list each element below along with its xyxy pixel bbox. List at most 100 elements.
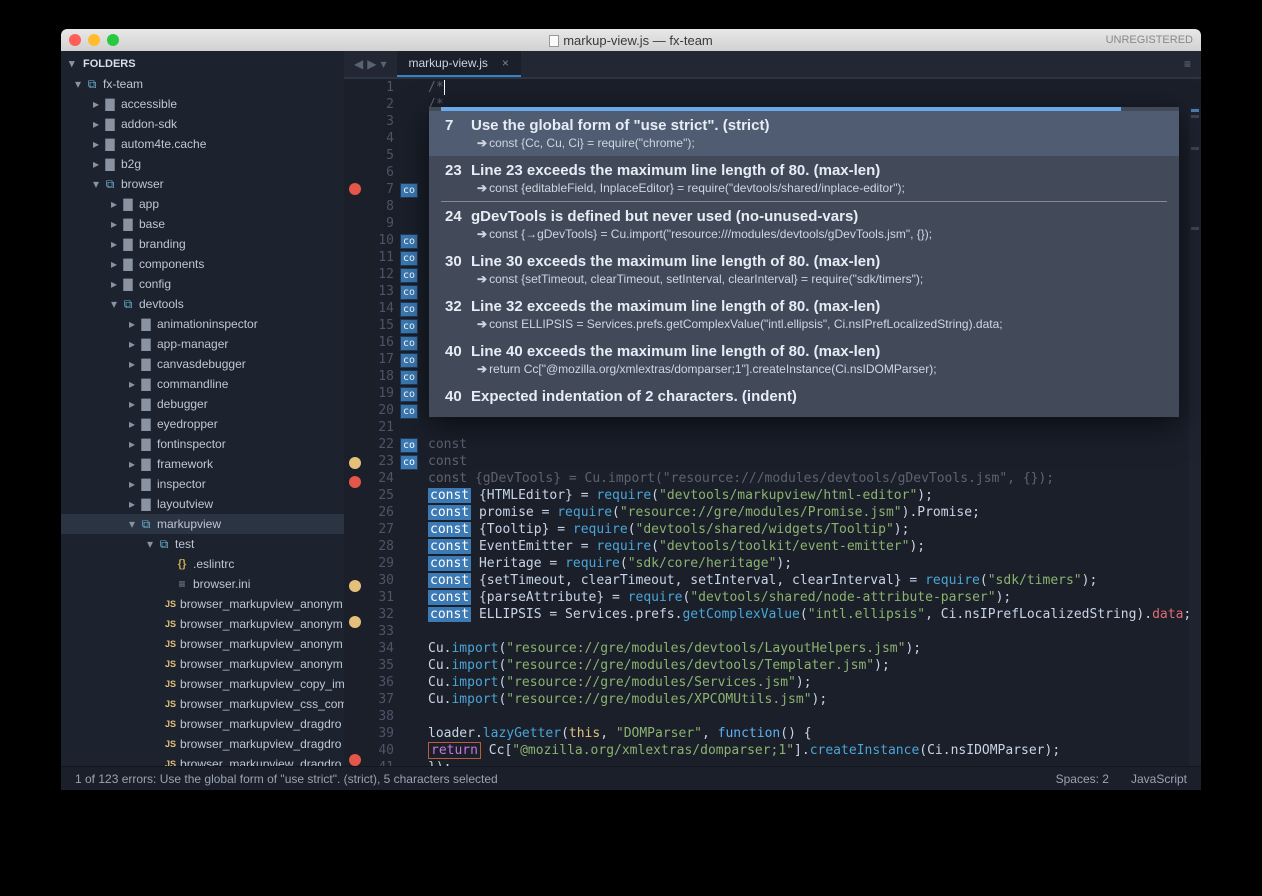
- line-number[interactable]: 14: [366, 300, 394, 317]
- tree-item[interactable]: {}.eslintrc: [61, 554, 344, 574]
- minimap[interactable]: [1189, 107, 1201, 766]
- code-line[interactable]: const Heritage = require("sdk/core/herit…: [422, 555, 1201, 572]
- line-number[interactable]: 17: [366, 351, 394, 368]
- code-line[interactable]: Cu.import("resource://gre/modules/Servic…: [422, 674, 1201, 691]
- nav-back-icon[interactable]: ◀: [354, 57, 363, 71]
- tree-item[interactable]: JSbrowser_markupview_anonym: [61, 634, 344, 654]
- tree-item[interactable]: ▸▇config: [61, 274, 344, 294]
- code-line[interactable]: const promise = require("resource://gre/…: [422, 504, 1201, 521]
- tree-item[interactable]: ▸▇app: [61, 194, 344, 214]
- line-number[interactable]: 16: [366, 334, 394, 351]
- tree-item[interactable]: ▾⧉test: [61, 534, 344, 554]
- nav-down-icon[interactable]: ▾: [380, 57, 386, 71]
- code-line[interactable]: loader.lazyGetter(this, "DOMParser", fun…: [422, 725, 1201, 742]
- code-line[interactable]: Cu.import("resource://gre/modules/XPCOMU…: [422, 691, 1201, 708]
- line-number[interactable]: 31: [366, 589, 394, 606]
- line-number[interactable]: 22: [366, 436, 394, 453]
- code-line[interactable]: [422, 419, 1201, 436]
- tree-item[interactable]: ▸▇inspector: [61, 474, 344, 494]
- tree-item[interactable]: JSbrowser_markupview_dragdro: [61, 714, 344, 734]
- line-number[interactable]: 29: [366, 555, 394, 572]
- tree-item[interactable]: ▸▇b2g: [61, 154, 344, 174]
- status-language[interactable]: JavaScript: [1131, 772, 1187, 786]
- line-number[interactable]: 4: [366, 130, 394, 147]
- code-line[interactable]: });: [422, 759, 1201, 766]
- tree-item[interactable]: ▸▇fontinspector: [61, 434, 344, 454]
- code-line[interactable]: /*: [422, 79, 1201, 96]
- lint-dot-icon[interactable]: [349, 580, 361, 592]
- lint-item[interactable]: 23Line 23 exceeds the maximum line lengt…: [429, 156, 1179, 201]
- lint-item[interactable]: 32Line 32 exceeds the maximum line lengt…: [429, 292, 1179, 337]
- line-number[interactable]: 25: [366, 487, 394, 504]
- code-line[interactable]: Cu.import("resource://gre/modules/devtoo…: [422, 657, 1201, 674]
- line-number[interactable]: 34: [366, 640, 394, 657]
- tree-item[interactable]: JSbrowser_markupview_dragdro: [61, 754, 344, 766]
- tree-item[interactable]: ▸▇canvasdebugger: [61, 354, 344, 374]
- tree-item[interactable]: ▸▇layoutview: [61, 494, 344, 514]
- tree-item[interactable]: ▸▇debugger: [61, 394, 344, 414]
- tree-item[interactable]: ▾⧉devtools: [61, 294, 344, 314]
- code-line[interactable]: const {setTimeout, clearTimeout, setInte…: [422, 572, 1201, 589]
- tab-active[interactable]: markup-view.js ×: [397, 51, 521, 77]
- code-line[interactable]: const: [422, 453, 1201, 470]
- tree-item[interactable]: ▸▇addon-sdk: [61, 114, 344, 134]
- code-area[interactable]: 1234567891011121314151617181920212223242…: [344, 79, 1201, 766]
- tree-item[interactable]: JSbrowser_markupview_css_com: [61, 694, 344, 714]
- lint-item[interactable]: 40Line 40 exceeds the maximum line lengt…: [429, 337, 1179, 382]
- line-number[interactable]: 32: [366, 606, 394, 623]
- line-number[interactable]: 37: [366, 691, 394, 708]
- line-number[interactable]: 30: [366, 572, 394, 589]
- line-number[interactable]: 18: [366, 368, 394, 385]
- tree-item[interactable]: ≡browser.ini: [61, 574, 344, 594]
- tree-item[interactable]: ▸▇autom4te.cache: [61, 134, 344, 154]
- line-number[interactable]: 24: [366, 470, 394, 487]
- folders-header[interactable]: ▾FOLDERS: [61, 57, 344, 74]
- code-line[interactable]: const: [422, 436, 1201, 453]
- code-line[interactable]: return Cc["@mozilla.org/xmlextras/dompar…: [422, 742, 1201, 759]
- tab-close-icon[interactable]: ×: [502, 56, 509, 70]
- code-line[interactable]: [422, 623, 1201, 640]
- lint-dot-icon[interactable]: [349, 183, 361, 195]
- tree-item[interactable]: ▸▇animationinspector: [61, 314, 344, 334]
- line-number[interactable]: 23: [366, 453, 394, 470]
- line-number[interactable]: 40: [366, 742, 394, 759]
- tree-item[interactable]: ▸▇eyedropper: [61, 414, 344, 434]
- code-line[interactable]: const EventEmitter = require("devtools/t…: [422, 538, 1201, 555]
- tree-item[interactable]: ▸▇branding: [61, 234, 344, 254]
- lint-dot-icon[interactable]: [349, 457, 361, 469]
- line-number[interactable]: 3: [366, 113, 394, 130]
- code-line[interactable]: const {gDevTools} = Cu.import("resource:…: [422, 470, 1201, 487]
- tree-item[interactable]: ▸▇accessible: [61, 94, 344, 114]
- nav-fwd-icon[interactable]: ▶: [367, 57, 376, 71]
- code-line[interactable]: const {HTMLEditor} = require("devtools/m…: [422, 487, 1201, 504]
- tab-menu-icon[interactable]: ≡: [1174, 51, 1201, 77]
- line-number[interactable]: 11: [366, 249, 394, 266]
- tree-item[interactable]: ▸▇framework: [61, 454, 344, 474]
- code-line[interactable]: const {Tooltip} = require("devtools/shar…: [422, 521, 1201, 538]
- line-number[interactable]: 19: [366, 385, 394, 402]
- line-number[interactable]: 27: [366, 521, 394, 538]
- status-spaces[interactable]: Spaces: 2: [1056, 772, 1109, 786]
- tree-item[interactable]: JSbrowser_markupview_dragdro: [61, 734, 344, 754]
- code-line[interactable]: const ELLIPSIS = Services.prefs.getCompl…: [422, 606, 1201, 623]
- line-number[interactable]: 6: [366, 164, 394, 181]
- line-number[interactable]: 28: [366, 538, 394, 555]
- line-number[interactable]: 7: [366, 181, 394, 198]
- line-number[interactable]: 15: [366, 317, 394, 334]
- tree-item[interactable]: JSbrowser_markupview_anonym: [61, 594, 344, 614]
- tree-item[interactable]: JSbrowser_markupview_anonym: [61, 614, 344, 634]
- sidebar[interactable]: ▾FOLDERS ▾⧉fx-team▸▇accessible▸▇addon-sd…: [61, 51, 344, 766]
- code-line[interactable]: const {parseAttribute} = require("devtoo…: [422, 589, 1201, 606]
- lint-item[interactable]: 7Use the global form of "use strict". (s…: [429, 111, 1179, 156]
- line-number[interactable]: 36: [366, 674, 394, 691]
- tree-item[interactable]: ▾⧉markupview: [61, 514, 344, 534]
- lint-dot-icon[interactable]: [349, 616, 361, 628]
- line-number[interactable]: 39: [366, 725, 394, 742]
- line-number[interactable]: 33: [366, 623, 394, 640]
- line-number[interactable]: 21: [366, 419, 394, 436]
- line-number[interactable]: 13: [366, 283, 394, 300]
- tree-item[interactable]: JSbrowser_markupview_copy_im: [61, 674, 344, 694]
- line-number[interactable]: 10: [366, 232, 394, 249]
- line-number[interactable]: 5: [366, 147, 394, 164]
- line-number[interactable]: 2: [366, 96, 394, 113]
